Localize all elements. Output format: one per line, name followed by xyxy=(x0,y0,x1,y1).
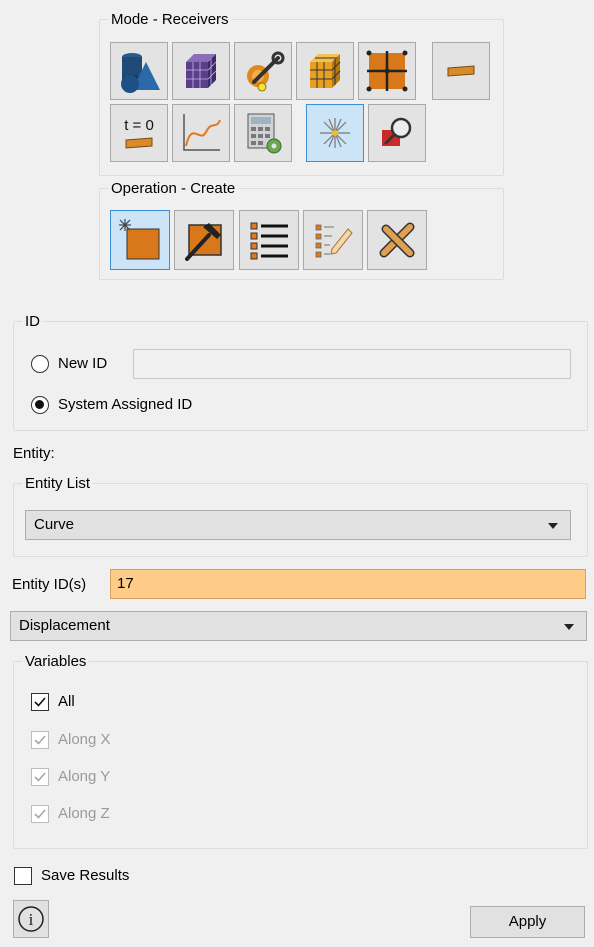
mode-geometry-button[interactable] xyxy=(110,42,168,100)
variable-z-checkbox[interactable] xyxy=(31,805,49,823)
operation-edit-list-button[interactable] xyxy=(303,210,363,270)
modify-hammer-icon xyxy=(185,223,222,261)
grid-square-icon xyxy=(366,50,408,92)
mode-tools-button[interactable] xyxy=(234,42,292,100)
grid-cube-icon xyxy=(310,54,341,88)
list-icon xyxy=(250,222,288,260)
calculator-gear-icon xyxy=(247,113,282,154)
entity-ids-label: Entity ID(s) xyxy=(12,576,87,593)
mode-grid-square-button[interactable] xyxy=(358,42,416,100)
t0-text: t = 0 xyxy=(124,117,154,134)
system-id-radio[interactable] xyxy=(31,396,49,414)
entity-label: Entity: xyxy=(13,445,55,462)
tools-wrench-icon xyxy=(247,51,285,92)
variable-y-label: Along Y xyxy=(58,768,111,785)
magnifier-icon xyxy=(382,117,412,146)
new-id-field[interactable] xyxy=(133,349,571,379)
mode-mesh-button[interactable] xyxy=(172,42,230,100)
chevron-down-icon xyxy=(564,624,574,630)
operation-modify-button[interactable] xyxy=(174,210,234,270)
operation-group-title: Operation - Create xyxy=(108,180,239,198)
variable-y-checkbox[interactable] xyxy=(31,768,49,786)
checkmark-icon xyxy=(34,772,46,782)
entity-list-value: Curve xyxy=(34,516,75,533)
variable-all-label: All xyxy=(58,693,75,710)
new-id-label: New ID xyxy=(58,355,108,372)
variable-x-checkbox[interactable] xyxy=(31,731,49,749)
receiver-starburst-icon xyxy=(320,118,350,148)
chevron-down-icon xyxy=(548,523,558,529)
info-glyph: i xyxy=(29,910,34,929)
mode-calculator-button[interactable] xyxy=(234,104,292,162)
mode-receiver-button[interactable] xyxy=(306,104,364,162)
variables-group-title: Variables xyxy=(22,653,90,671)
mode-magnifier-button[interactable] xyxy=(368,104,426,162)
curve-graph-icon xyxy=(183,114,221,151)
checkmark-icon xyxy=(34,697,46,707)
create-spark-icon xyxy=(119,219,160,260)
mesh-cube-icon xyxy=(186,54,217,88)
operation-delete-button[interactable] xyxy=(367,210,427,270)
mode-grid-button[interactable] xyxy=(296,42,354,100)
wedge-icon xyxy=(447,65,475,77)
entity-ids-field[interactable]: 17 xyxy=(110,569,586,599)
mode-wedge-button[interactable] xyxy=(432,42,490,100)
variable-x-label: Along X xyxy=(58,731,111,748)
variable-z-label: Along Z xyxy=(58,805,110,822)
entity-list-select[interactable]: Curve xyxy=(25,510,571,540)
operation-create-button[interactable] xyxy=(110,210,170,270)
save-results-checkbox[interactable] xyxy=(14,867,32,885)
operation-list-button[interactable] xyxy=(239,210,299,270)
variable-all-checkbox[interactable] xyxy=(31,693,49,711)
mode-group-title: Mode - Receivers xyxy=(108,11,232,29)
id-group-title: ID xyxy=(22,313,43,331)
apply-button[interactable]: Apply xyxy=(470,906,585,938)
mode-initial-condition-button[interactable]: t = 0 xyxy=(110,104,168,162)
info-button[interactable]: i xyxy=(13,900,49,938)
delete-x-icon xyxy=(379,222,415,258)
new-id-radio[interactable] xyxy=(31,355,49,373)
edit-list-icon xyxy=(315,224,353,258)
geometry-icon xyxy=(121,53,160,93)
checkmark-icon xyxy=(34,809,46,819)
mode-curve-button[interactable] xyxy=(172,104,230,162)
result-type-value: Displacement xyxy=(19,617,110,634)
entity-list-group-title: Entity List xyxy=(22,475,94,493)
initial-condition-icon: t = 0 xyxy=(124,117,154,149)
result-type-select[interactable]: Displacement xyxy=(10,611,587,641)
system-id-label: System Assigned ID xyxy=(58,396,193,413)
checkmark-icon xyxy=(34,735,46,745)
entity-ids-value: 17 xyxy=(117,575,134,592)
info-icon: i xyxy=(18,906,44,932)
save-results-label: Save Results xyxy=(41,867,130,884)
